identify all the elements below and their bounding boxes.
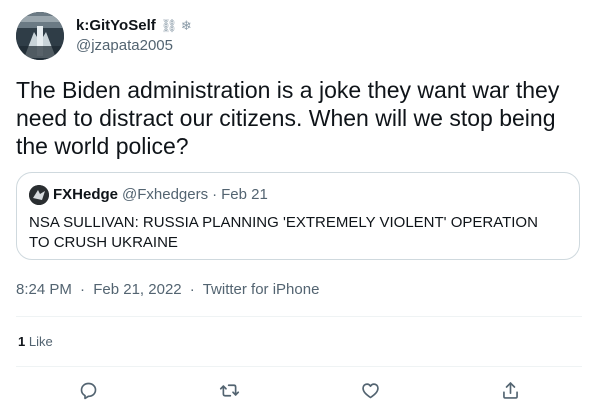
author-name[interactable]: k:GitYoSelf ⛓ ❄ bbox=[76, 16, 192, 36]
like-icon bbox=[361, 382, 379, 398]
share-icon bbox=[502, 381, 518, 399]
likes-summary[interactable]: 1 Like bbox=[18, 333, 53, 351]
reply-button[interactable] bbox=[70, 372, 106, 408]
quoted-tweet-header: FXHedge @Fxhedgers · Feb 21 bbox=[29, 185, 567, 205]
tweet-date[interactable]: Feb 21, 2022 bbox=[93, 281, 181, 298]
action-bar bbox=[0, 372, 598, 412]
tweet-meta: 8:24 PM · Feb 21, 2022 · Twitter for iPh… bbox=[16, 280, 319, 300]
retweet-icon bbox=[219, 383, 239, 397]
chain-snowflake-icon: ⛓ ❄ bbox=[160, 18, 192, 33]
quoted-tweet-text: NSA SULLIVAN: RUSSIA PLANNING 'EXTREMELY… bbox=[29, 214, 538, 251]
like-count: 1 bbox=[18, 334, 26, 349]
tweet-source[interactable]: Twitter for iPhone bbox=[203, 281, 320, 298]
author-handle[interactable]: @jzapata2005 bbox=[76, 36, 192, 56]
author-avatar[interactable] bbox=[16, 12, 64, 60]
author-display-name: k:GitYoSelf bbox=[76, 17, 156, 34]
tweet-time[interactable]: 8:24 PM bbox=[16, 281, 72, 298]
avatar-image bbox=[16, 12, 64, 60]
meta-separator: · bbox=[189, 281, 195, 298]
quoted-tweet-date[interactable]: Feb 21 bbox=[221, 185, 268, 205]
quoted-tweet[interactable]: FXHedge @Fxhedgers · Feb 21 NSA SULLIVAN… bbox=[16, 172, 580, 260]
share-button[interactable] bbox=[492, 372, 528, 408]
reply-icon bbox=[80, 382, 96, 399]
divider bbox=[16, 316, 582, 317]
author-block: k:GitYoSelf ⛓ ❄ @jzapata2005 bbox=[76, 16, 192, 56]
quoted-author-handle: @Fxhedgers bbox=[122, 186, 209, 203]
quoted-author-avatar bbox=[29, 185, 49, 205]
divider bbox=[16, 366, 582, 367]
retweet-button[interactable] bbox=[211, 372, 247, 408]
tweet-text: The Biden administration is a joke they … bbox=[16, 77, 560, 159]
quoted-separator: · bbox=[212, 186, 218, 203]
like-button[interactable] bbox=[352, 372, 388, 408]
like-label: Like bbox=[28, 334, 53, 349]
meta-separator: · bbox=[80, 281, 86, 298]
quoted-author-name: FXHedge bbox=[53, 186, 119, 203]
